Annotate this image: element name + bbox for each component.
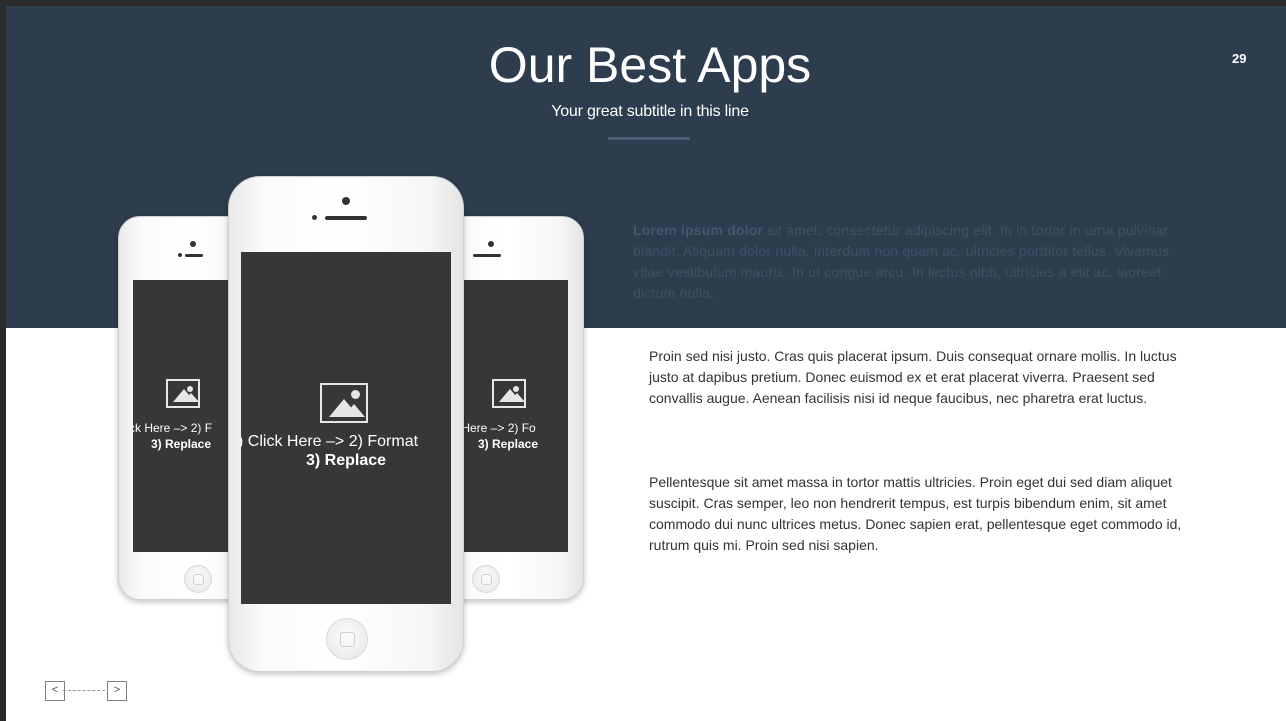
phone-sensor	[178, 253, 182, 257]
page-number: 29	[1232, 51, 1247, 66]
placeholder-replace: 3) Replace	[305, 452, 387, 469]
phone-mockup-center: ) Click Here –> 2) Format 3) Replace	[228, 176, 464, 672]
image-placeholder-icon	[166, 379, 200, 408]
placeholder-replace: 3) Replace	[150, 437, 212, 451]
title-divider	[608, 137, 690, 140]
home-button	[326, 618, 368, 660]
home-button	[472, 565, 500, 593]
placeholder-instruction: ) Click Here –> 2) Format	[241, 433, 419, 450]
phone-speaker	[185, 254, 203, 257]
body-paragraph-1: Proin sed nisi justo. Cras quis placerat…	[649, 348, 1177, 406]
phone-screen-placeholder[interactable]: ck Here –> 2) Fo 3) Replace	[449, 280, 568, 552]
image-placeholder-icon	[320, 383, 368, 423]
phone-camera	[190, 241, 196, 247]
placeholder-instruction: ck Here –> 2) Fo	[449, 421, 536, 435]
phone-speaker	[473, 254, 501, 257]
phone-screen-placeholder[interactable]: ) Click Here –> 2) Format 3) Replace	[241, 252, 451, 604]
phone-camera	[488, 241, 494, 247]
chevron-left-icon: <	[51, 684, 59, 696]
lead-bold: Lorem ipsum dolor	[633, 222, 764, 238]
lead-paragraph: Lorem ipsum dolor sit amet, consectetur …	[633, 220, 1193, 304]
home-button	[184, 565, 212, 593]
phone-sensor	[312, 215, 317, 220]
nav-connector	[63, 690, 105, 691]
body-paragraph-2: Pellentesque sit amet massa in tortor ma…	[649, 474, 1182, 553]
phone-camera	[342, 197, 350, 205]
placeholder-replace: 3) Replace	[477, 437, 539, 451]
prev-slide-button[interactable]: <	[45, 681, 65, 701]
slide: Our Best Apps Your great subtitle in thi…	[6, 6, 1286, 721]
chevron-right-icon: >	[113, 684, 121, 696]
slide-subtitle: Your great subtitle in this line	[551, 103, 749, 120]
next-slide-button[interactable]: >	[107, 681, 127, 701]
image-placeholder-icon	[492, 379, 526, 408]
phone-speaker	[325, 216, 367, 220]
slide-title: Our Best Apps	[488, 37, 812, 93]
